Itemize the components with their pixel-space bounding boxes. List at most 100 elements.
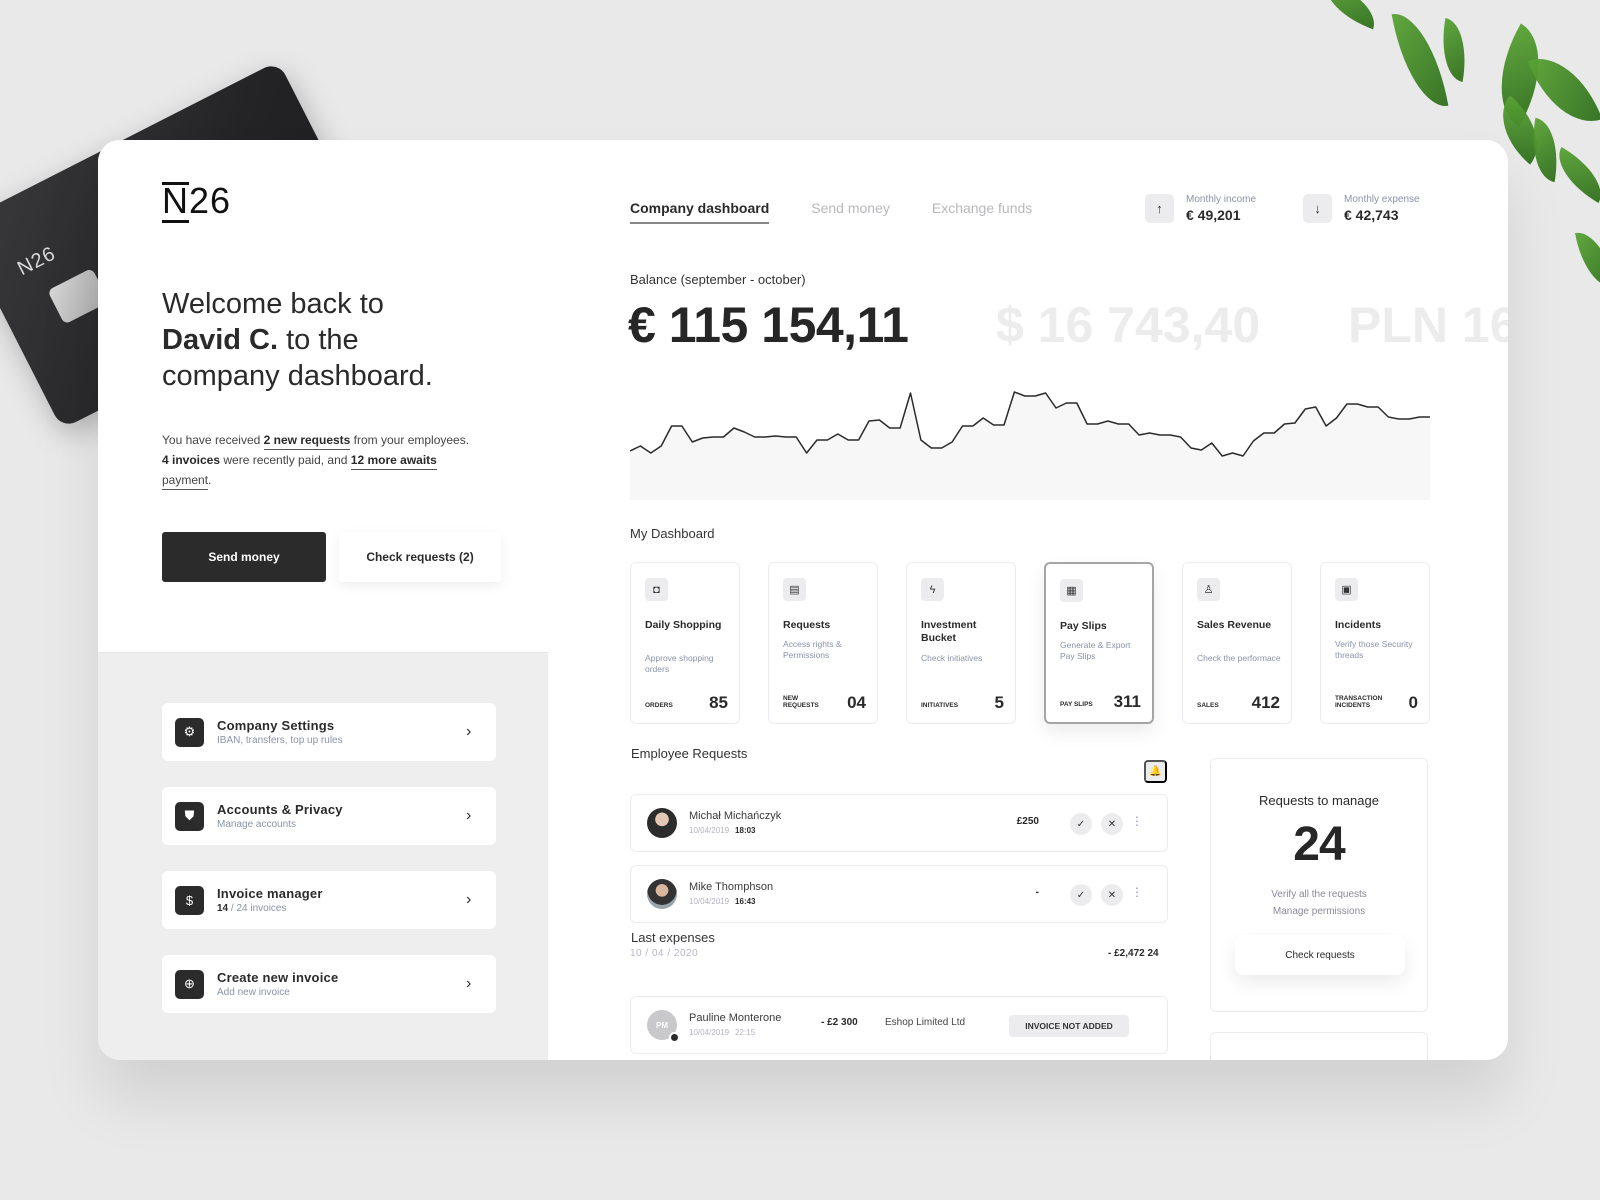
dashboard-card-daily-shopping[interactable]: ◘ Daily Shopping Approve shopping orders OR… (630, 562, 740, 724)
card-metric-value: 5 (994, 693, 1004, 712)
new-requests-link[interactable]: 2 new requests (263, 433, 351, 450)
welcome-section: N26 Welcome back to David C. to the comp… (98, 140, 548, 652)
document-icon: ▤ (783, 578, 806, 601)
expenses-date: 10 / 04 / 2020 (630, 948, 699, 959)
left-panel: N26 Welcome back to David C. to the comp… (98, 140, 548, 1060)
n26-logo[interactable]: N26 (162, 180, 231, 223)
chevron-right-icon: › (466, 807, 472, 824)
archive-icon: ▣ (1335, 578, 1358, 601)
menu-item-accounts-privacy[interactable]: ⛊ Accounts & Privacy Manage accounts › (162, 787, 496, 845)
menu-item-create-invoice[interactable]: ⊕ Create new invoice Add new invoice › (162, 955, 496, 1013)
avatar (647, 879, 677, 909)
tab-company-dashboard[interactable]: Company dashboard (630, 200, 770, 224)
secondary-side-card (1210, 1032, 1428, 1060)
intro-text: You have received 2 new requests from yo… (162, 430, 482, 490)
expenses-total: - £2,472 24 (1108, 948, 1159, 959)
balance-pln[interactable]: PLN 16 (1348, 296, 1508, 354)
send-money-button[interactable]: Send money (162, 532, 326, 582)
dashboard-card-pay-slips[interactable]: ▦ Pay Slips Generate & Export Pay Slips PAY… (1044, 562, 1154, 724)
app-window: N26 Welcome back to David C. to the comp… (98, 140, 1508, 1060)
card-title: Pay Slips (1060, 620, 1107, 632)
card-metric-label: PAY SLIPS (1060, 701, 1093, 708)
status-dot (669, 1032, 680, 1043)
more-options-icon[interactable]: ⋮ (1131, 814, 1143, 828)
dashboard-card-sales-revenue[interactable]: ♙ Sales Revenue Check the performace SALES 4… (1182, 562, 1292, 724)
invoice-status-badge[interactable]: INVOICE NOT ADDED (1009, 1015, 1129, 1037)
approve-button[interactable]: ✓ (1070, 813, 1092, 835)
dashboard-card-requests[interactable]: ▤ Requests Access rights & Permissions NEW … (768, 562, 878, 724)
arrow-up-icon: ↑ (1145, 194, 1174, 223)
card-metric-value: 412 (1251, 693, 1280, 712)
bell-icon: 🔔 (1149, 766, 1162, 777)
top-tabs: Company dashboard Send money Exchange fu… (630, 200, 1032, 224)
employee-request-row: Mike Thomphson 10/04/2019 16:43 - ✓ ✕ ⋮ (630, 865, 1168, 923)
welcome-heading: Welcome back to David C. to the company … (162, 288, 433, 392)
card-metric-label: ORDERS (645, 702, 673, 709)
dashboard-card-incidents[interactable]: ▣ Incidents Verify those Security threads T… (1320, 562, 1430, 724)
card-metric-value: 85 (709, 693, 728, 712)
check-icon: ✓ (1076, 818, 1086, 830)
shopping-bag-icon: ◘ (645, 578, 668, 601)
check-icon: ✓ (1076, 889, 1086, 901)
card-subtitle: Check initiatives (921, 653, 983, 663)
employee-requests-title: Employee Requests (631, 746, 748, 761)
card-metric-value: 0 (1408, 693, 1418, 712)
balance-usd[interactable]: $ 16 743,40 (996, 296, 1260, 354)
awaiting-invoices-link[interactable]: 12 more awaits (350, 453, 437, 470)
balance-chart (630, 391, 1430, 500)
balance-eur: € 115 154,11 (628, 297, 909, 353)
monthly-income-stat: ↑ Monthly income € 49,201 (1145, 194, 1256, 223)
plus-circle-icon: ⊕ (175, 969, 204, 999)
reject-button[interactable]: ✕ (1101, 884, 1123, 906)
notification-bell-button[interactable]: 🔔 (1144, 760, 1167, 783)
card-title: Daily Shopping (645, 619, 722, 631)
expense-merchant: Eshop Limited Ltd (885, 1017, 966, 1028)
requests-to-manage-card: Requests to manage 24 Verify all the req… (1210, 758, 1428, 1012)
employee-request-row: Michał Michańczyk 10/04/2019 18:03 £250 ✓… (630, 794, 1168, 852)
tab-send-money[interactable]: Send money (811, 200, 890, 224)
user-icon: ♙ (1197, 578, 1220, 601)
check-requests-panel-button[interactable]: Check requests (1235, 935, 1405, 975)
menu-item-company-settings[interactable]: ⚙ Company Settings IBAN, transfers, top u… (162, 703, 496, 761)
requests-count: 24 (1293, 818, 1345, 871)
card-title: Sales Revenue (1197, 619, 1272, 631)
menu-item-invoice-manager[interactable]: $ Invoice manager 14 / 24 invoices › (162, 871, 496, 929)
check-requests-button[interactable]: Check requests (2) (339, 532, 501, 582)
card-metric-value: 311 (1113, 692, 1141, 711)
settings-menu: ⚙ Company Settings IBAN, transfers, top u… (98, 652, 548, 1060)
card-subtitle: Verify those Security threads (1335, 639, 1413, 660)
approve-button[interactable]: ✓ (1070, 884, 1092, 906)
tab-exchange-funds[interactable]: Exchange funds (932, 200, 1032, 224)
card-title: Incidents (1335, 619, 1382, 631)
lightning-icon: ϟ (921, 578, 944, 601)
card-metric-label: SALES (1197, 702, 1219, 709)
expense-amount: - £2 300 (821, 1017, 858, 1028)
card-metric-value: 04 (847, 693, 866, 712)
card-subtitle: Check the performace (1197, 653, 1281, 663)
monthly-expense-stat: ↓ Monthly expense € 42,743 (1303, 194, 1420, 223)
close-icon: ✕ (1107, 889, 1117, 901)
card-title: Requests (783, 619, 831, 631)
card-metric-label: TRANSACTION INCIDENTS (1335, 695, 1383, 709)
balance-label: Balance (september - october) (630, 272, 806, 287)
file-text-icon: ▦ (1060, 579, 1083, 602)
request-amount: £250 (1016, 816, 1039, 827)
shield-icon: ⛊ (175, 801, 204, 831)
expense-row: PM Pauline Monterone 10/04/2019 22:15 - £… (630, 996, 1168, 1054)
card-metric-label: INITIATIVES (921, 702, 959, 709)
user-name: David C. (162, 324, 279, 356)
card-subtitle: Access rights & Permissions (783, 639, 842, 660)
arrow-down-icon: ↓ (1303, 194, 1332, 223)
payment-link[interactable]: payment (162, 473, 209, 490)
more-options-icon[interactable]: ⋮ (1131, 885, 1143, 899)
main-panel: Company dashboard Send money Exchange fu… (548, 140, 1508, 1060)
reject-button[interactable]: ✕ (1101, 813, 1123, 835)
chevron-right-icon: › (466, 975, 472, 992)
close-icon: ✕ (1107, 818, 1117, 830)
last-expenses-title: Last expenses (631, 930, 715, 945)
request-amount: - (1035, 887, 1039, 898)
dashboard-card-investment-bucket[interactable]: ϟ Investment Bucket Check initiatives INITI… (906, 562, 1016, 724)
chevron-right-icon: › (466, 723, 472, 740)
card-subtitle: Generate & Export Pay Slips (1060, 640, 1131, 661)
paid-invoices-count: 4 invoices (162, 453, 221, 467)
